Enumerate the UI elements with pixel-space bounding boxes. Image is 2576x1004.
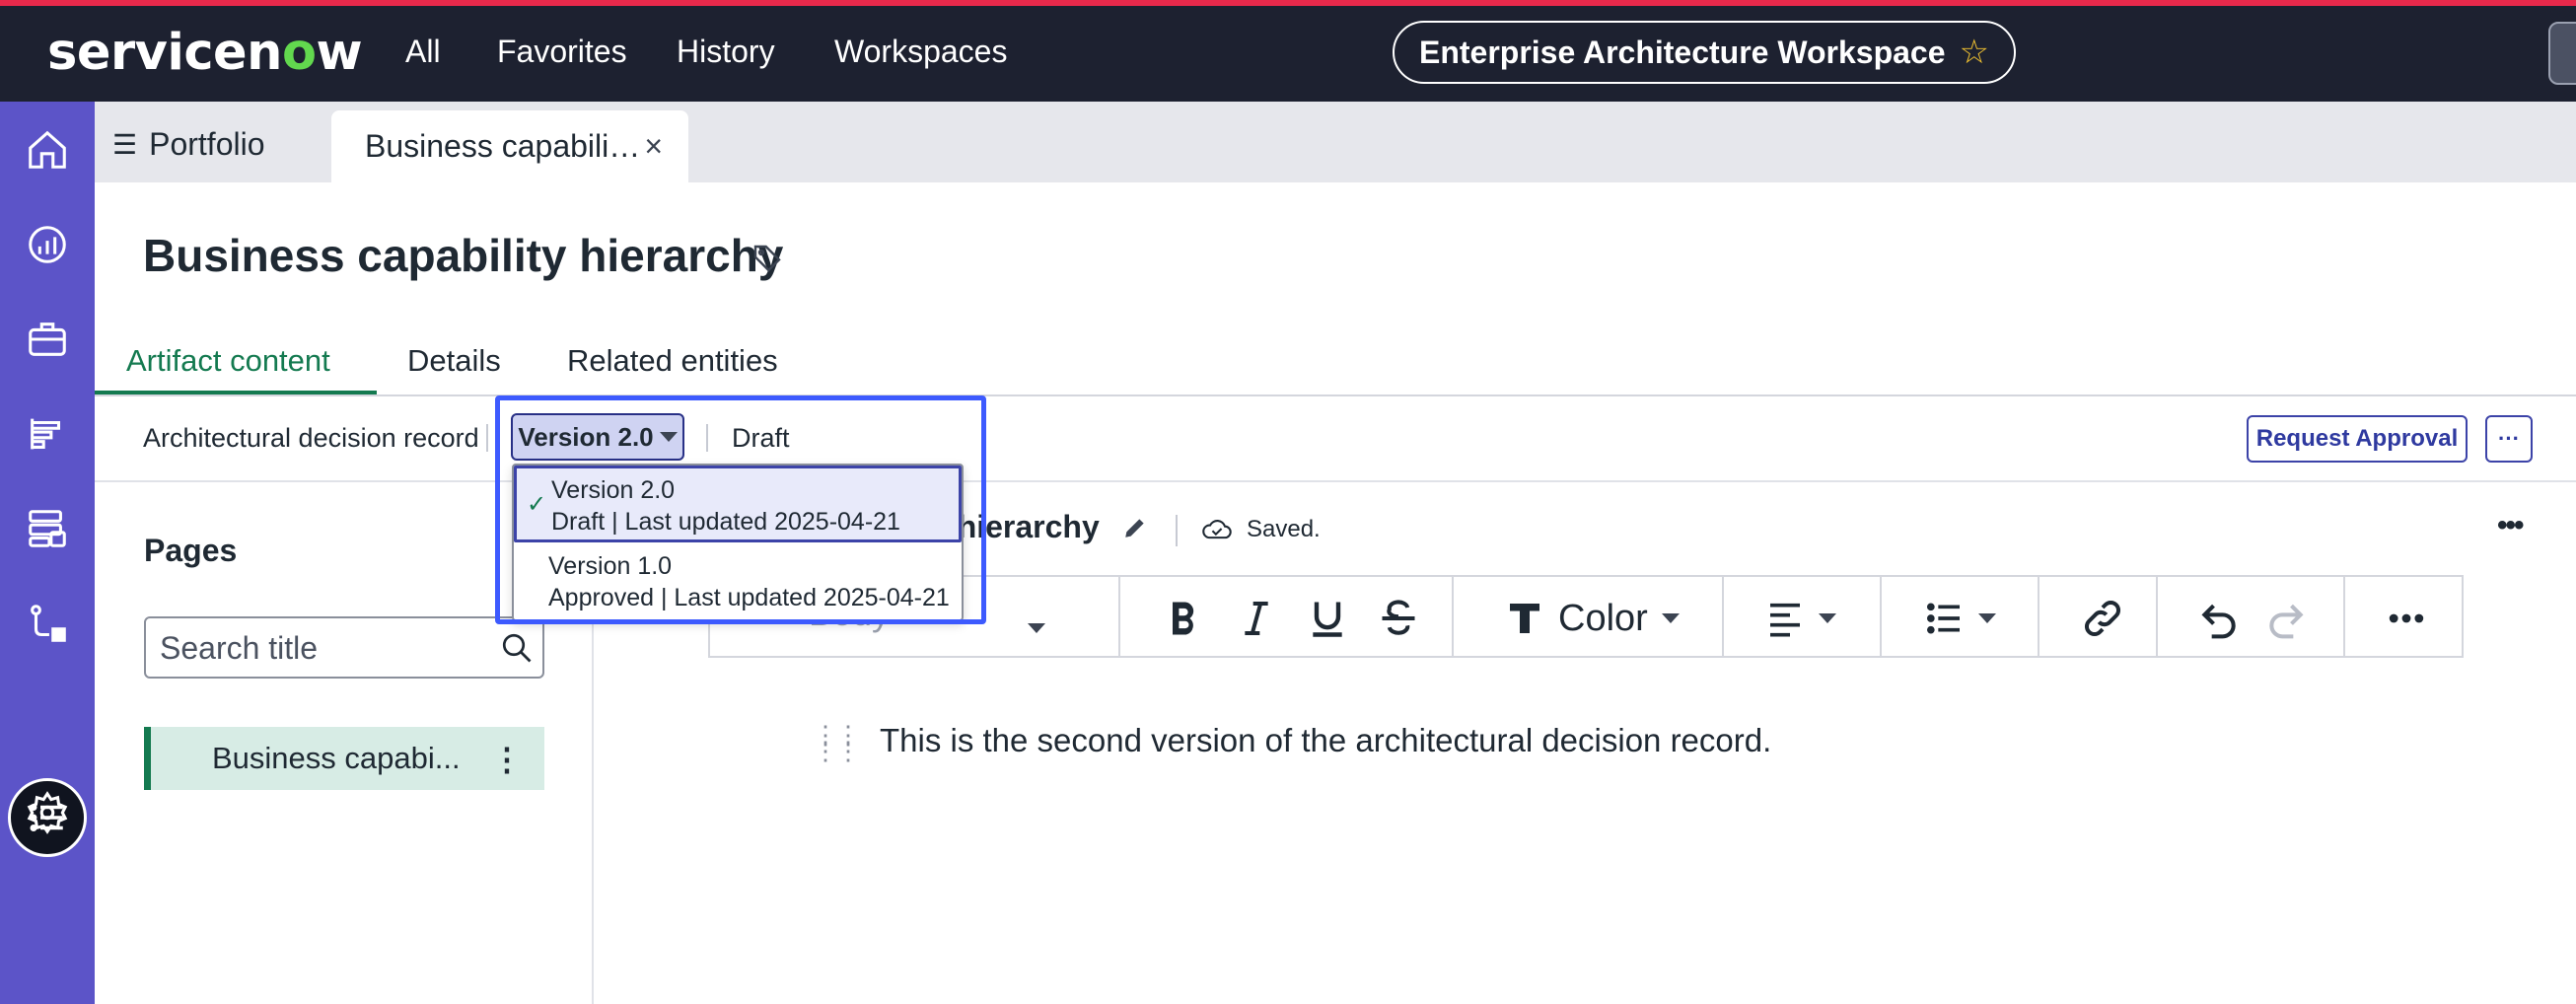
version-option-meta: Approved | Last updated 2025-04-21 bbox=[548, 584, 950, 611]
tab-portfolio[interactable]: ☰ Portfolio bbox=[112, 126, 265, 163]
bullet-list-icon[interactable] bbox=[1925, 597, 1996, 640]
tab-related-entities[interactable]: Related entities bbox=[567, 343, 778, 379]
top-navigation-bar: servicenow All Favorites History Workspa… bbox=[0, 6, 2576, 102]
chevron-down-icon bbox=[1978, 613, 1996, 623]
page-list-item[interactable]: Business capabi... ⋮ bbox=[144, 727, 544, 790]
nav-workspaces[interactable]: Workspaces bbox=[834, 34, 1007, 70]
italic-icon[interactable] bbox=[1237, 597, 1276, 640]
search-input[interactable] bbox=[160, 628, 485, 668]
text-color-button[interactable]: Color bbox=[1505, 597, 1680, 640]
left-rail bbox=[0, 102, 95, 1004]
toolbar-separator bbox=[1722, 577, 1724, 656]
drag-handle-icon[interactable]: ⋮⋮ ⋮⋮ bbox=[813, 722, 861, 763]
saved-status: Saved. bbox=[1247, 516, 1321, 542]
toolbar-separator bbox=[1118, 577, 1120, 656]
bold-icon[interactable] bbox=[1162, 597, 1205, 640]
version-select-label: Version 2.0 bbox=[518, 421, 654, 452]
workspace-switcher[interactable]: Enterprise Architecture Workspace ☆ bbox=[1393, 21, 2016, 84]
search-toggle-button[interactable] bbox=[2548, 22, 2576, 85]
editor-more-icon[interactable]: ••• bbox=[2497, 509, 2524, 542]
version-bar-divider bbox=[95, 480, 2576, 482]
version-option-1-0[interactable]: Version 1.0 Approved | Last updated 2025… bbox=[514, 544, 962, 621]
briefcase-icon[interactable] bbox=[21, 313, 74, 366]
divider bbox=[706, 424, 708, 452]
checkmark-icon: ✓ bbox=[527, 491, 547, 518]
request-approval-button[interactable]: Request Approval bbox=[2247, 415, 2468, 463]
record-type-label: Architectural decision record bbox=[143, 423, 479, 453]
page-list-item-label: Business capabi... bbox=[212, 741, 461, 775]
underline-icon[interactable] bbox=[1306, 597, 1349, 640]
more-actions-button[interactable]: ··· bbox=[2485, 415, 2533, 463]
toolbar-separator bbox=[2038, 577, 2039, 656]
roadmap-icon[interactable] bbox=[21, 407, 74, 461]
menu-icon: ☰ bbox=[112, 129, 138, 160]
undo-icon[interactable] bbox=[2197, 597, 2241, 640]
status-label: Draft bbox=[732, 423, 790, 453]
nav-all[interactable]: All bbox=[405, 34, 441, 70]
version-option-meta: Draft | Last updated 2025-04-21 bbox=[551, 508, 900, 536]
more-options-icon[interactable] bbox=[2385, 597, 2428, 640]
workspace-name: Enterprise Architecture Workspace bbox=[1418, 34, 1946, 70]
chevron-down-icon bbox=[1661, 613, 1680, 623]
pencil-icon[interactable] bbox=[1122, 515, 1148, 540]
search-field bbox=[144, 616, 544, 679]
chevron-down-icon bbox=[659, 432, 678, 442]
servicenow-logo[interactable]: servicenow bbox=[47, 24, 363, 82]
page-title: Business capability hierarchy bbox=[143, 230, 784, 281]
chevron-down-icon[interactable] bbox=[1028, 607, 1045, 650]
color-label: Color bbox=[1558, 597, 1648, 639]
search-icon[interactable] bbox=[499, 630, 535, 666]
version-dropdown-menu: ✓ Version 2.0 Draft | Last updated 2025-… bbox=[512, 464, 964, 621]
document-body-text[interactable]: This is the second version of the archit… bbox=[880, 722, 1771, 759]
app-root: servicenow All Favorites History Workspa… bbox=[0, 0, 2576, 1004]
flow-icon[interactable] bbox=[21, 597, 74, 650]
subtab-divider bbox=[95, 394, 2576, 396]
tag-icon[interactable] bbox=[751, 243, 783, 274]
nav-history[interactable]: History bbox=[677, 34, 775, 70]
kebab-menu-icon[interactable]: ⋮ bbox=[491, 741, 523, 778]
redo-icon[interactable] bbox=[2264, 597, 2308, 640]
version-option-name: Version 1.0 bbox=[548, 552, 673, 580]
toolbar-separator bbox=[2343, 577, 2345, 656]
cloud-saved-icon bbox=[1202, 520, 1232, 539]
nav-favorites[interactable]: Favorites bbox=[497, 34, 627, 70]
divider bbox=[1176, 515, 1178, 546]
divider bbox=[486, 424, 488, 452]
close-icon[interactable]: × bbox=[644, 128, 663, 165]
star-outline-icon[interactable]: ☆ bbox=[1960, 33, 1989, 72]
toolbar-separator bbox=[1880, 577, 1882, 656]
link-icon[interactable] bbox=[2079, 597, 2126, 640]
version-select-button[interactable]: Version 2.0 bbox=[511, 413, 684, 461]
align-left-icon[interactable] bbox=[1765, 597, 1836, 640]
server-list-icon[interactable] bbox=[21, 502, 74, 555]
toolbar-separator bbox=[2156, 577, 2158, 656]
strikethrough-icon[interactable] bbox=[1377, 597, 1420, 640]
rich-text-toolbar: Body Color bbox=[708, 575, 2464, 658]
tab-business-capability[interactable]: Business capabili… × bbox=[331, 110, 688, 182]
version-option-name: Version 2.0 bbox=[551, 476, 676, 504]
pages-title: Pages bbox=[144, 533, 238, 568]
gear-icon[interactable] bbox=[21, 786, 74, 839]
tab-portfolio-label: Portfolio bbox=[149, 126, 265, 162]
home-icon[interactable] bbox=[21, 123, 74, 177]
tab-details[interactable]: Details bbox=[407, 343, 501, 379]
tab-business-capability-label: Business capabili… bbox=[365, 128, 641, 164]
tab-artifact-content[interactable]: Artifact content bbox=[126, 343, 330, 379]
chevron-down-icon bbox=[1819, 613, 1836, 623]
toolbar-separator bbox=[1452, 577, 1454, 656]
version-option-2-0[interactable]: ✓ Version 2.0 Draft | Last updated 2025-… bbox=[514, 466, 962, 542]
dashboard-gauge-icon[interactable] bbox=[21, 218, 74, 271]
